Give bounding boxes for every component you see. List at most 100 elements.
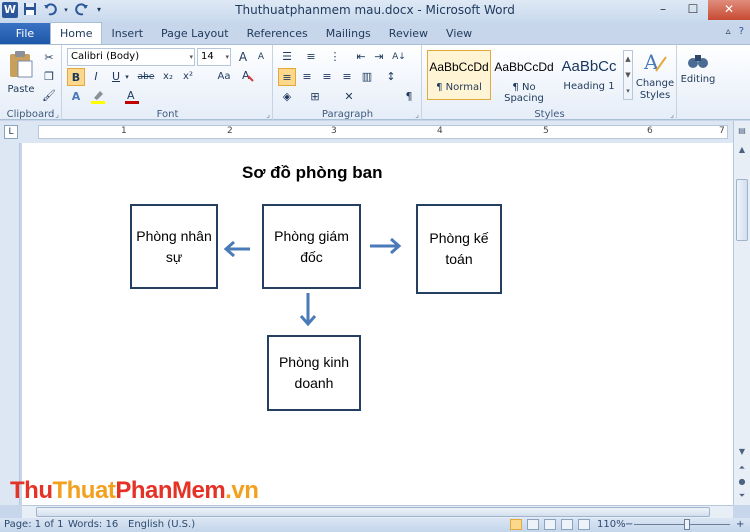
svg-text:A: A [127,89,135,102]
prev-page-icon[interactable]: ⏶ [734,461,750,475]
title-bar: W ▾ ▾ Thuthuatphanmem mau.docx - Microso… [0,0,750,22]
sort-icon[interactable]: A↓ [390,48,408,66]
font-launcher-icon[interactable]: ⌟ [266,110,270,119]
tab-file[interactable]: File [0,23,50,44]
maximize-button[interactable]: ☐ [678,0,708,20]
strikethrough-button[interactable]: abe [135,68,157,86]
grow-font-button[interactable]: A [234,48,252,66]
scroll-up-icon[interactable]: ▲ [734,143,750,157]
horizontal-scroll-thumb[interactable] [36,507,710,517]
vertical-scrollbar[interactable]: ▤ ▲ ▼ ⏶ ● ⏷ [733,121,750,505]
styles-scroll[interactable]: ▲ ▼ ▾ [623,50,633,100]
style-normal[interactable]: AaBbCcDd ¶ Normal [427,50,491,100]
bullets-icon[interactable]: ☰ [278,48,296,66]
zoom-out-button[interactable]: − [625,519,633,530]
tab-review[interactable]: Review [380,23,437,44]
borders-icon[interactable]: ⊞ [306,88,324,106]
tab-insert[interactable]: Insert [102,23,152,44]
change-case-button[interactable]: Aa [213,68,235,86]
vertical-scroll-thumb[interactable] [736,179,748,241]
change-styles-button[interactable]: A Change Styles [635,49,675,105]
font-group: Calibri (Body) ▾ 14 ▾ A A B I U ▾ abe x₂ x… [63,45,273,121]
subscript-button[interactable]: x₂ [159,68,177,86]
align-right-icon[interactable]: ≡ [318,68,336,86]
cut-icon[interactable]: ✂ [40,49,58,67]
arrow-down[interactable] [299,293,317,327]
paragraph-launcher-icon[interactable]: ⌟ [415,110,419,119]
vertical-ruler[interactable] [0,143,20,505]
asian-layout-icon[interactable]: ✕ [340,88,358,106]
horizontal-scrollbar[interactable] [22,505,733,518]
editing-label: Editing [680,74,716,85]
underline-dropdown-icon[interactable]: ▾ [123,68,131,86]
document-page[interactable]: Sơ đồ phòng ban Phòng nhân sự Phòng giám… [22,143,733,505]
tab-references[interactable]: References [238,23,317,44]
style-heading-1[interactable]: AaBbCc Heading 1 [557,50,621,100]
watermark-part: Thu [10,477,53,504]
font-size-value: 14 [201,51,214,62]
ruler-toggle-icon[interactable]: ▤ [734,124,750,138]
tab-selector[interactable]: L [4,125,18,139]
copy-icon[interactable]: ❐ [40,68,58,86]
zoom-slider-thumb[interactable] [684,519,690,530]
arrow-left[interactable] [223,240,250,258]
line-spacing-icon[interactable]: ↕ [382,68,400,86]
next-page-icon[interactable]: ⏷ [734,489,750,503]
minimize-ribbon-icon[interactable]: ▵ [726,26,731,37]
paste-button[interactable]: Paste [4,49,38,101]
paragraph-group: ☰ ≡ ⋮ ⇤ ⇥ A↓ ≡ ≡ ≡ ≡ ▥ ↕ ◈ ⊞ ✕ ¶ Paragra… [274,45,422,121]
column-icon[interactable]: ▥ [358,68,376,86]
zoom-slider[interactable] [634,524,730,525]
ruler-number: 1 [121,126,127,136]
language[interactable]: English (U.S.) [128,519,195,530]
tab-view[interactable]: View [437,23,481,44]
styles-launcher-icon[interactable]: ⌟ [670,110,674,119]
tab-mailings[interactable]: Mailings [317,23,380,44]
increase-indent-icon[interactable]: ⇥ [370,48,388,66]
text-effects-icon[interactable]: A [67,88,85,106]
shading-icon[interactable]: ◈ [278,88,296,106]
word-count[interactable]: Words: 16 [68,519,118,530]
browse-object-icon[interactable]: ● [734,475,750,489]
bold-button[interactable]: B [67,68,85,86]
ruler-number: 3 [331,126,337,136]
clear-formatting-icon[interactable]: A [239,68,257,86]
watermark-part: .vn [225,477,259,504]
format-painter-icon[interactable]: 🖌 [40,87,58,105]
font-name-combo[interactable]: Calibri (Body) ▾ [67,48,195,66]
style-no-spacing[interactable]: AaBbCcDd ¶ No Spacing [492,50,556,104]
horizontal-ruler[interactable]: 1 2 3 4 5 6 7 [38,125,728,139]
page-count[interactable]: Page: 1 of 1 [4,519,63,530]
italic-button[interactable]: I [87,68,105,86]
superscript-button[interactable]: x² [179,68,197,86]
numbering-icon[interactable]: ≡ [302,48,320,66]
tab-page-layout[interactable]: Page Layout [152,23,238,44]
multilevel-list-icon[interactable]: ⋮ [326,48,344,66]
web-layout-view-icon[interactable] [544,519,556,530]
align-left-icon[interactable]: ≡ [278,68,296,86]
editing-button[interactable]: Editing [680,49,716,99]
zoom-in-button[interactable]: + [736,519,744,530]
draft-view-icon[interactable] [578,519,590,530]
shrink-font-button[interactable]: A [252,48,270,66]
watermark-part: Thuat [52,477,116,504]
justify-icon[interactable]: ≡ [338,68,356,86]
clipboard-launcher-icon[interactable]: ⌟ [55,110,59,119]
tab-home[interactable]: Home [50,22,103,44]
font-size-combo[interactable]: 14 ▾ [197,48,231,66]
minimize-button[interactable]: – [648,0,678,20]
help-icon[interactable]: ? [739,26,744,37]
highlight-icon[interactable] [89,88,107,106]
close-button[interactable]: ✕ [708,0,750,20]
style-no-spacing-name: ¶ No Spacing [504,82,544,104]
font-color-icon[interactable]: A [123,88,141,106]
align-center-icon[interactable]: ≡ [298,68,316,86]
outline-view-icon[interactable] [561,519,573,530]
show-hide-button[interactable]: ¶ [400,88,418,106]
zoom-level[interactable]: 110% [597,519,626,530]
arrow-right[interactable] [370,237,402,255]
scroll-down-icon[interactable]: ▼ [734,445,750,459]
decrease-indent-icon[interactable]: ⇤ [352,48,370,66]
full-screen-view-icon[interactable] [527,519,539,530]
print-layout-view-icon[interactable] [510,519,522,530]
